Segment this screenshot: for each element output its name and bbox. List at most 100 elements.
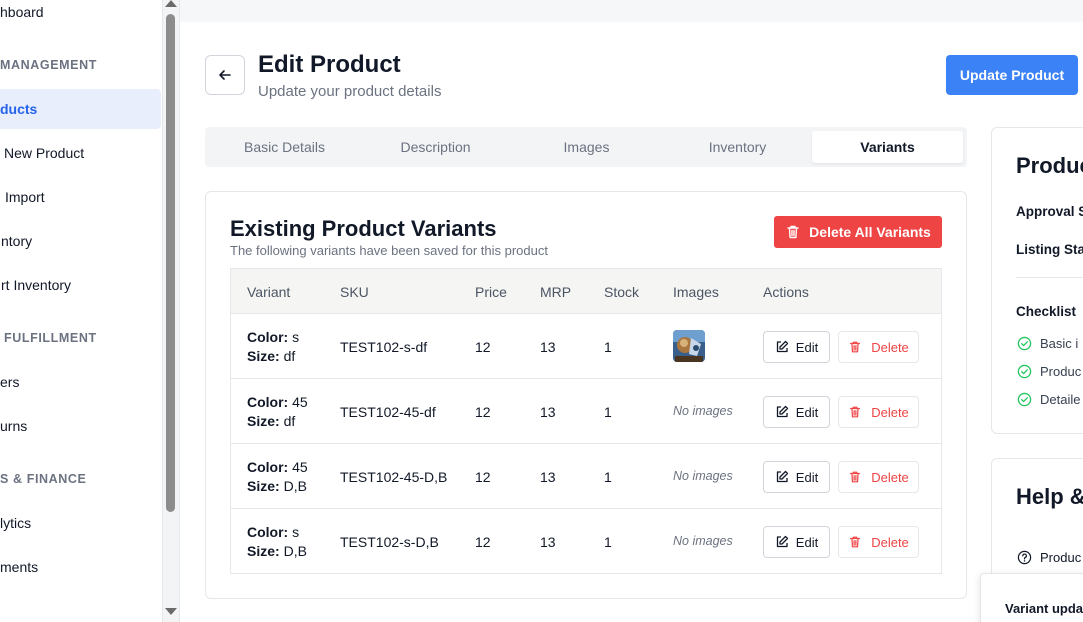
tab-basic-details[interactable]: Basic Details xyxy=(209,131,360,163)
sidebar-item-orders[interactable]: ers xyxy=(0,362,161,402)
arrow-left-icon xyxy=(219,70,231,80)
variant-color: Color: 45 xyxy=(247,394,308,410)
edit-label: Edit xyxy=(795,339,819,355)
variant-sku: TEST102-s-df xyxy=(340,339,428,355)
delete-label: Delete xyxy=(871,404,909,420)
variant-size: Size: D,B xyxy=(247,543,307,559)
delete-variant-button[interactable]: Delete xyxy=(838,331,919,363)
sidebar-item-bulk-import[interactable]: Import xyxy=(0,177,161,217)
variant-mrp: 13 xyxy=(540,404,556,420)
variant-mrp: 13 xyxy=(540,469,556,485)
status-divider xyxy=(1016,277,1083,278)
column-header-variant: Variant xyxy=(247,284,291,300)
edit-icon xyxy=(776,340,788,353)
sidebar-item-dashboard[interactable]: hboard xyxy=(0,0,161,32)
sidebar-item-label: hboard xyxy=(0,4,44,20)
column-header-mrp: MRP xyxy=(540,284,572,300)
sidebar-item-returns[interactable]: urns xyxy=(0,406,161,446)
scroll-up-arrow-icon[interactable] xyxy=(165,0,177,7)
edit-label: Edit xyxy=(795,534,819,550)
sidebar-item-import-inventory[interactable]: rt Inventory xyxy=(0,265,161,305)
delete-variant-button[interactable]: Delete xyxy=(838,461,919,493)
sidebar-item-inventory[interactable]: ntory xyxy=(0,221,161,261)
no-images-text: No images xyxy=(673,534,733,548)
edit-icon xyxy=(776,470,788,483)
product-status-panel: Produc Approval S Listing Stat Checklist… xyxy=(991,127,1083,434)
delete-variant-button[interactable]: Delete xyxy=(838,526,919,558)
page-title: Edit Product xyxy=(258,51,401,78)
variant-price: 12 xyxy=(475,404,491,420)
sidebar: hboard MANAGEMENT ducts New Product Impo… xyxy=(0,0,162,622)
help-circle-icon xyxy=(1017,550,1032,565)
trash-icon xyxy=(850,536,861,548)
edit-label: Edit xyxy=(795,469,819,485)
checklist-title: Checklist xyxy=(1016,304,1077,319)
delete-label: Delete xyxy=(871,469,909,485)
check-circle-icon xyxy=(1017,336,1032,351)
variant-price: 12 xyxy=(475,339,491,355)
edit-variant-button[interactable]: Edit xyxy=(763,526,830,558)
sidebar-item-label: ntory xyxy=(1,233,33,249)
variant-price: 12 xyxy=(475,534,491,550)
tab-description[interactable]: Description xyxy=(360,131,511,163)
back-button[interactable] xyxy=(205,55,245,95)
update-product-button[interactable]: Update Product xyxy=(946,55,1078,95)
delete-all-variants-button[interactable]: Delete All Variants xyxy=(774,216,942,248)
check-circle-icon xyxy=(1017,392,1032,407)
sidebar-item-label: New Product xyxy=(4,145,85,161)
edit-label: Edit xyxy=(795,404,819,420)
column-header-actions: Actions xyxy=(763,284,809,300)
no-images-text: No images xyxy=(673,404,733,418)
toast-message: Variant upda xyxy=(1005,601,1083,616)
column-header-sku: SKU xyxy=(340,284,369,300)
column-header-images: Images xyxy=(673,284,719,300)
no-images-text: No images xyxy=(673,469,733,483)
sidebar-item-payments[interactable]: ments xyxy=(0,547,161,587)
help-item[interactable]: Produc xyxy=(1040,550,1081,565)
edit-variant-button[interactable]: Edit xyxy=(763,331,830,363)
variant-image-thumbnail[interactable] xyxy=(673,330,705,362)
sidebar-item-label: Import xyxy=(5,189,45,205)
trash-icon xyxy=(850,471,861,483)
variant-size: Size: df xyxy=(247,413,296,429)
variant-stock: 1 xyxy=(604,404,612,420)
variants-card-title: Existing Product Variants xyxy=(230,216,497,241)
variant-color: Color: s xyxy=(247,524,300,540)
tab-inventory[interactable]: Inventory xyxy=(662,131,813,163)
trash-icon xyxy=(850,406,861,418)
tab-images[interactable]: Images xyxy=(511,131,662,163)
variant-sku: TEST102-s-D,B xyxy=(340,534,439,550)
variant-stock: 1 xyxy=(604,469,612,485)
table-row: Color: 45 Size: D,B TEST102-45-D,B 12 13… xyxy=(231,444,941,509)
delete-variant-button[interactable]: Delete xyxy=(838,396,919,428)
table-row: Color: s Size: df TEST102-s-df 12 13 1 E… xyxy=(231,314,941,379)
table-header: Variant SKU Price MRP Stock Images Actio… xyxy=(231,269,941,314)
edit-variant-button[interactable]: Edit xyxy=(763,461,830,493)
checklist-item: Detaile xyxy=(1040,392,1081,407)
variant-stock: 1 xyxy=(604,534,612,550)
sidebar-item-products[interactable]: ducts xyxy=(0,89,161,129)
scrollbar-thumb[interactable] xyxy=(166,14,175,512)
sidebar-item-label: ers xyxy=(0,374,20,390)
sidebar-item-analytics[interactable]: lytics xyxy=(0,503,161,543)
scroll-down-arrow-icon[interactable] xyxy=(165,608,177,615)
listing-status-label: Listing Stat xyxy=(1016,242,1083,257)
trash-icon xyxy=(787,225,799,239)
sidebar-item-label: ducts xyxy=(0,101,38,117)
variants-card-subtitle: The following variants have been saved f… xyxy=(230,243,548,258)
edit-icon xyxy=(776,405,788,418)
variant-mrp: 13 xyxy=(540,339,556,355)
toast-notification: Variant upda xyxy=(980,573,1083,622)
variant-color: Color: s xyxy=(247,329,300,345)
sidebar-item-label: urns xyxy=(0,418,28,434)
table-row: Color: 45 Size: df TEST102-45-df 12 13 1… xyxy=(231,379,941,444)
page-subtitle: Update your product details xyxy=(258,83,442,100)
checklist-item: Basic i xyxy=(1040,336,1079,351)
delete-all-variants-label: Delete All Variants xyxy=(809,224,931,240)
trash-icon xyxy=(850,341,861,353)
tab-variants[interactable]: Variants xyxy=(812,131,963,163)
variant-price: 12 xyxy=(475,469,491,485)
edit-variant-button[interactable]: Edit xyxy=(763,396,830,428)
variant-size: Size: D,B xyxy=(247,478,307,494)
sidebar-item-add-new-product[interactable]: New Product xyxy=(0,133,161,173)
